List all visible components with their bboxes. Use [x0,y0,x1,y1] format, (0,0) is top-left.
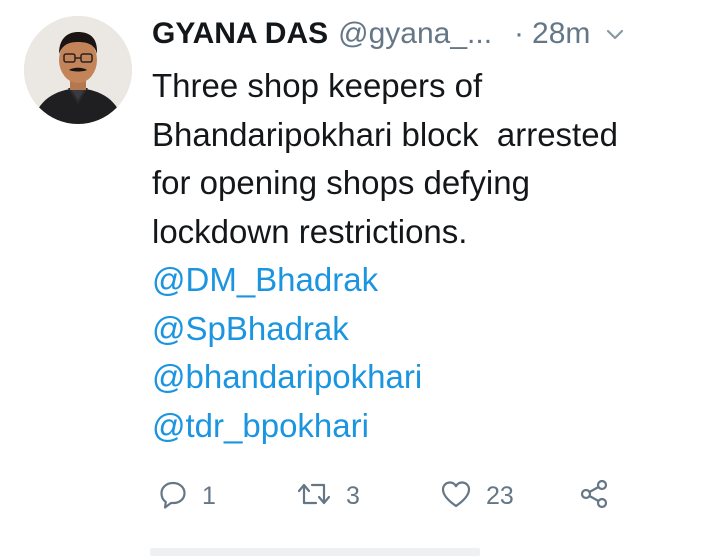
avatar[interactable] [24,16,132,124]
author-handle[interactable]: @gyana_... [338,17,492,51]
tweet-text-line: for opening shops defying [152,164,530,201]
tweet-text-line: Bhandaripokhari block arrested [152,115,618,153]
mention-link-bhandaripokhari[interactable]: @bhandaripokhari [152,353,712,402]
like-button[interactable]: 23 [440,478,514,514]
reply-button[interactable]: 1 [158,478,216,514]
mention-link-dm-bhadrak[interactable]: @DM_Bhadrak [152,256,712,305]
mention-link-sp-bhadrak[interactable]: @SpBhadrak [152,305,712,354]
tweet-card: GYANA DAS @gyana_... · 28m Three shop ke… [0,0,720,556]
reply-icon [158,479,188,514]
next-tweet-edge [150,548,480,556]
chevron-down-icon[interactable] [604,23,626,45]
separator-dot: · [514,17,525,50]
like-count: 23 [486,481,514,510]
author-name[interactable]: GYANA DAS [152,17,328,51]
retweet-button[interactable]: 3 [296,478,360,514]
like-icon [440,479,472,514]
mention-link-tdr-bpokhari[interactable]: @tdr_bpokhari [152,402,712,451]
tweet-body: Three shop keepers of Bhandaripokhari bl… [152,62,712,450]
tweet-header: GYANA DAS @gyana_... · 28m [152,14,700,54]
share-icon [578,478,610,515]
reply-count: 1 [202,481,216,510]
tweet-text-line: lockdown restrictions. [152,212,468,250]
retweet-count: 3 [346,481,360,510]
tweet-actions: 1 3 23 [158,478,678,514]
tweet-text-line: Three shop keepers of [152,67,483,104]
tweet-timestamp[interactable]: 28m [532,17,590,51]
retweet-icon [296,479,332,514]
share-button[interactable] [578,478,610,514]
